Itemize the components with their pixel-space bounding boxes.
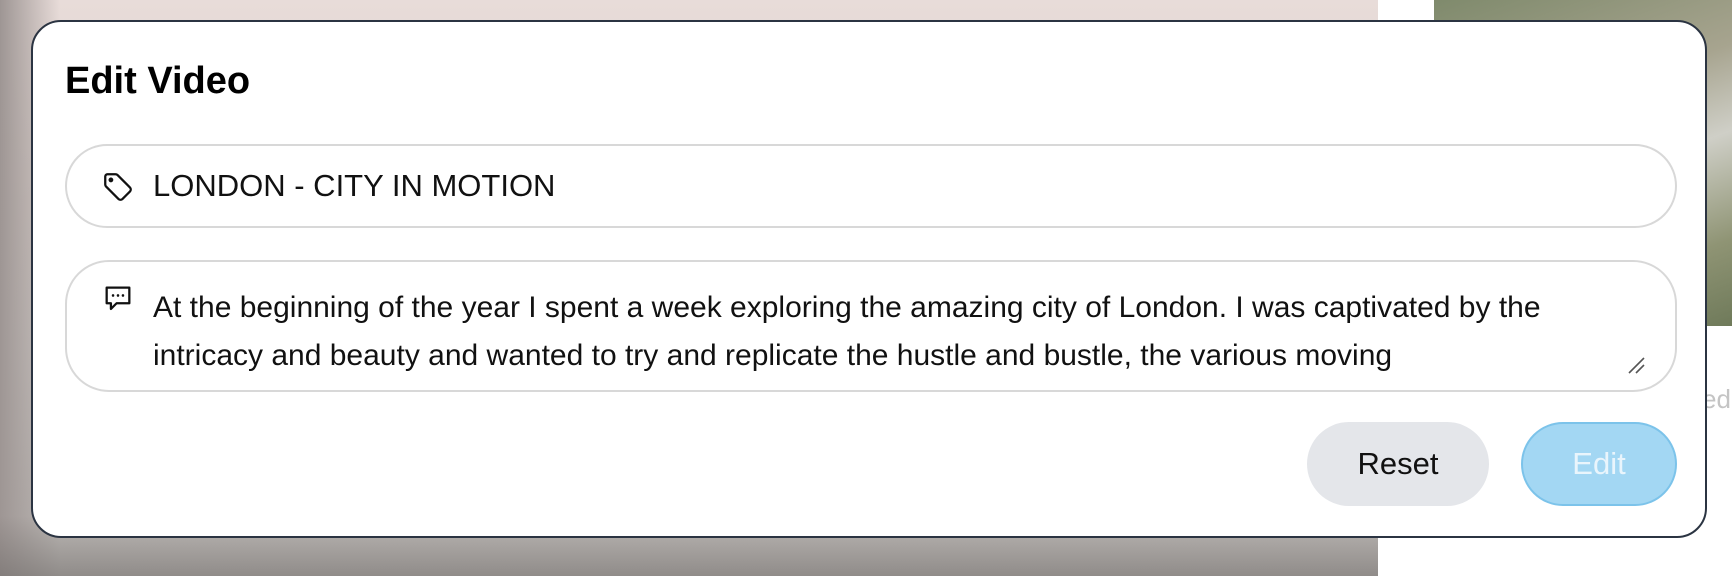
tag-icon	[104, 173, 132, 201]
description-textarea[interactable]: At the beginning of the year I spent a w…	[153, 284, 1633, 380]
chat-bubble-icon	[105, 286, 131, 311]
reset-button[interactable]: Reset	[1307, 422, 1489, 506]
edit-video-modal: Edit Video At the beginning of the year …	[31, 20, 1707, 538]
modal-title: Edit Video	[65, 60, 251, 102]
title-field[interactable]	[65, 144, 1677, 228]
title-input[interactable]	[153, 166, 1633, 206]
edit-button[interactable]: Edit	[1521, 422, 1677, 506]
description-field[interactable]: At the beginning of the year I spent a w…	[65, 260, 1677, 392]
resize-handle-icon[interactable]	[1627, 356, 1645, 374]
